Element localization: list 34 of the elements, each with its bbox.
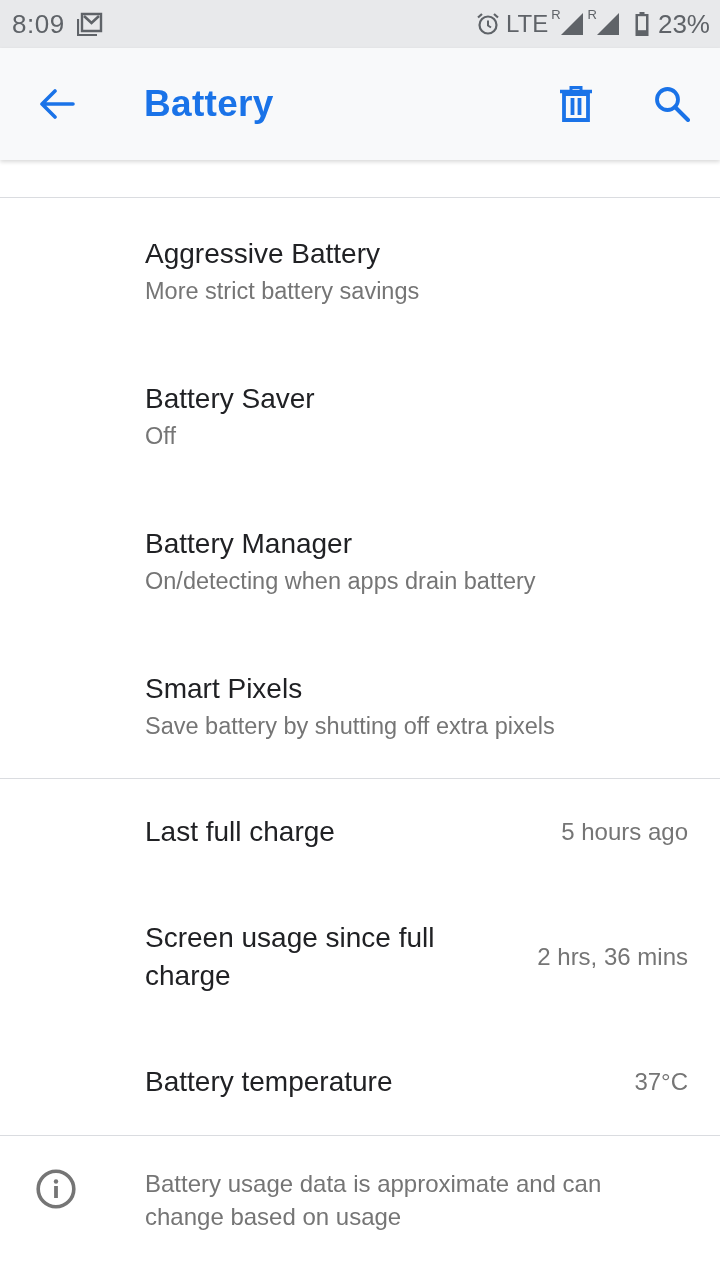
battery-percentage: 23% <box>657 8 710 40</box>
setting-title: Battery Saver <box>145 381 316 416</box>
settings-item[interactable]: Aggressive Battery More strict battery savings <box>0 198 720 343</box>
back-arrow-icon <box>39 89 75 119</box>
stat-label: Battery temperature <box>145 1065 394 1099</box>
page-title: Battery <box>144 83 274 125</box>
setting-summary: On/detecting when apps drain battery <box>145 566 537 596</box>
setting-summary: Off <box>145 421 177 451</box>
mail-icon <box>76 12 103 36</box>
trash-icon <box>560 86 592 122</box>
status-time: 8:09 <box>12 8 65 40</box>
settings-item[interactable]: Battery Saver Off <box>0 343 720 488</box>
settings-item[interactable]: Smart Pixels Save battery by shutting off extra pixels <box>0 633 720 778</box>
roaming-indicator: R <box>551 7 561 22</box>
network-type: LTE <box>505 10 549 38</box>
info-icon <box>36 1169 76 1209</box>
signal-icon <box>596 13 619 35</box>
stat-label: Screen usage since full charge <box>145 921 436 993</box>
setting-title: Battery Manager <box>145 526 353 561</box>
battery-icon <box>634 12 649 36</box>
roaming-indicator: R <box>587 7 597 22</box>
setting-summary: Save battery by shutting off extra pixels <box>145 711 556 741</box>
stat-value: 5 hours ago <box>561 818 688 846</box>
setting-summary: More strict battery savings <box>145 276 421 306</box>
footer-note: Battery usage data is approximate and can change based on usage <box>145 1169 603 1232</box>
setting-title: Smart Pixels <box>145 671 304 706</box>
stat-value: 2 hrs, 36 mins <box>537 943 688 971</box>
settings-item[interactable]: Battery Manager On/detecting when apps drain battery <box>0 488 720 633</box>
alarm-icon <box>475 12 500 36</box>
setting-title: Aggressive Battery <box>145 236 381 271</box>
signal-icon <box>560 13 583 35</box>
stat-label: Last full charge <box>145 815 336 849</box>
stat-value: 37°C <box>634 1068 688 1096</box>
search-icon <box>654 86 690 122</box>
